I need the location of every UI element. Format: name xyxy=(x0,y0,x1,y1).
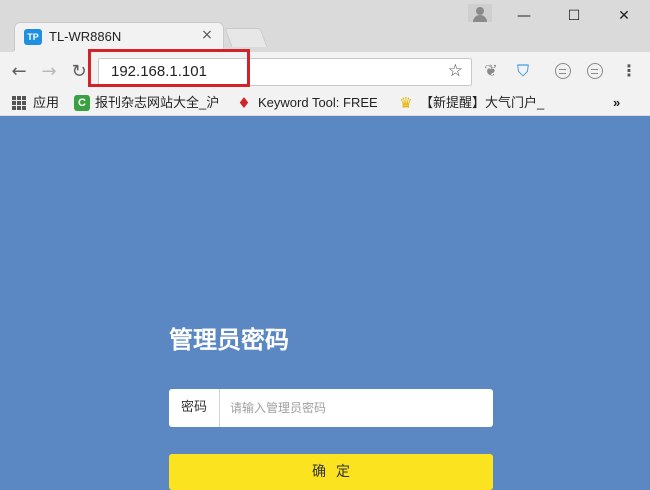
bookmark-star-icon[interactable]: ☆ xyxy=(448,61,463,81)
url-highlight-box xyxy=(88,49,250,87)
new-tab-button[interactable] xyxy=(224,28,268,47)
password-label: 密码 xyxy=(169,389,220,427)
apps-icon xyxy=(12,96,26,110)
password-input[interactable] xyxy=(220,389,490,427)
back-arrow-icon[interactable]: ← xyxy=(8,61,30,83)
tab-title: TL-WR886N xyxy=(49,29,122,44)
green-c-icon: C xyxy=(74,95,90,111)
tp-link-favicon-icon: TP xyxy=(24,29,42,45)
password-field-group: 密码 xyxy=(169,389,493,427)
maximize-button[interactable]: ☐ xyxy=(559,4,589,28)
bookmarks-bar: 应用 C 报刊杂志网站大全_沪 ♦ Keyword Tool: FREE ♛ 【… xyxy=(0,90,650,116)
forward-arrow-icon[interactable]: → xyxy=(38,61,60,83)
menu-kebab-icon[interactable]: ⋮ xyxy=(618,61,640,83)
browser-tab[interactable]: TP TL-WR886N × xyxy=(14,22,224,53)
red-flame-icon: ♦ xyxy=(237,94,251,112)
shield-extension-icon[interactable]: ⛉ xyxy=(512,61,534,83)
reload-icon[interactable]: ↻ xyxy=(68,61,90,83)
bookmark-apps[interactable]: 应用 xyxy=(33,94,59,112)
browser-titlebar: TP TL-WR886N × — ☐ ✕ xyxy=(0,0,650,53)
bookmarks-overflow-chevron[interactable]: » xyxy=(613,94,620,112)
close-window-button[interactable]: ✕ xyxy=(609,4,639,28)
bookmark-newspapers[interactable]: 报刊杂志网站大全_沪 xyxy=(95,94,219,112)
bookmark-portal[interactable]: 【新提醒】大气门户_ xyxy=(420,94,544,112)
bookmark-keyword-tool[interactable]: Keyword Tool: FREE xyxy=(258,94,378,112)
extension-leaf-icon[interactable]: ❦ xyxy=(480,61,502,83)
extension-circle-icon[interactable] xyxy=(555,63,571,79)
tab-close-icon[interactable]: × xyxy=(200,28,214,42)
extension-circle-icon-2[interactable] xyxy=(587,63,603,79)
page-title: 管理员密码 xyxy=(169,326,289,354)
minimize-button[interactable]: — xyxy=(509,4,539,28)
gold-trophy-icon: ♛ xyxy=(399,94,413,112)
profile-icon[interactable] xyxy=(468,4,492,22)
